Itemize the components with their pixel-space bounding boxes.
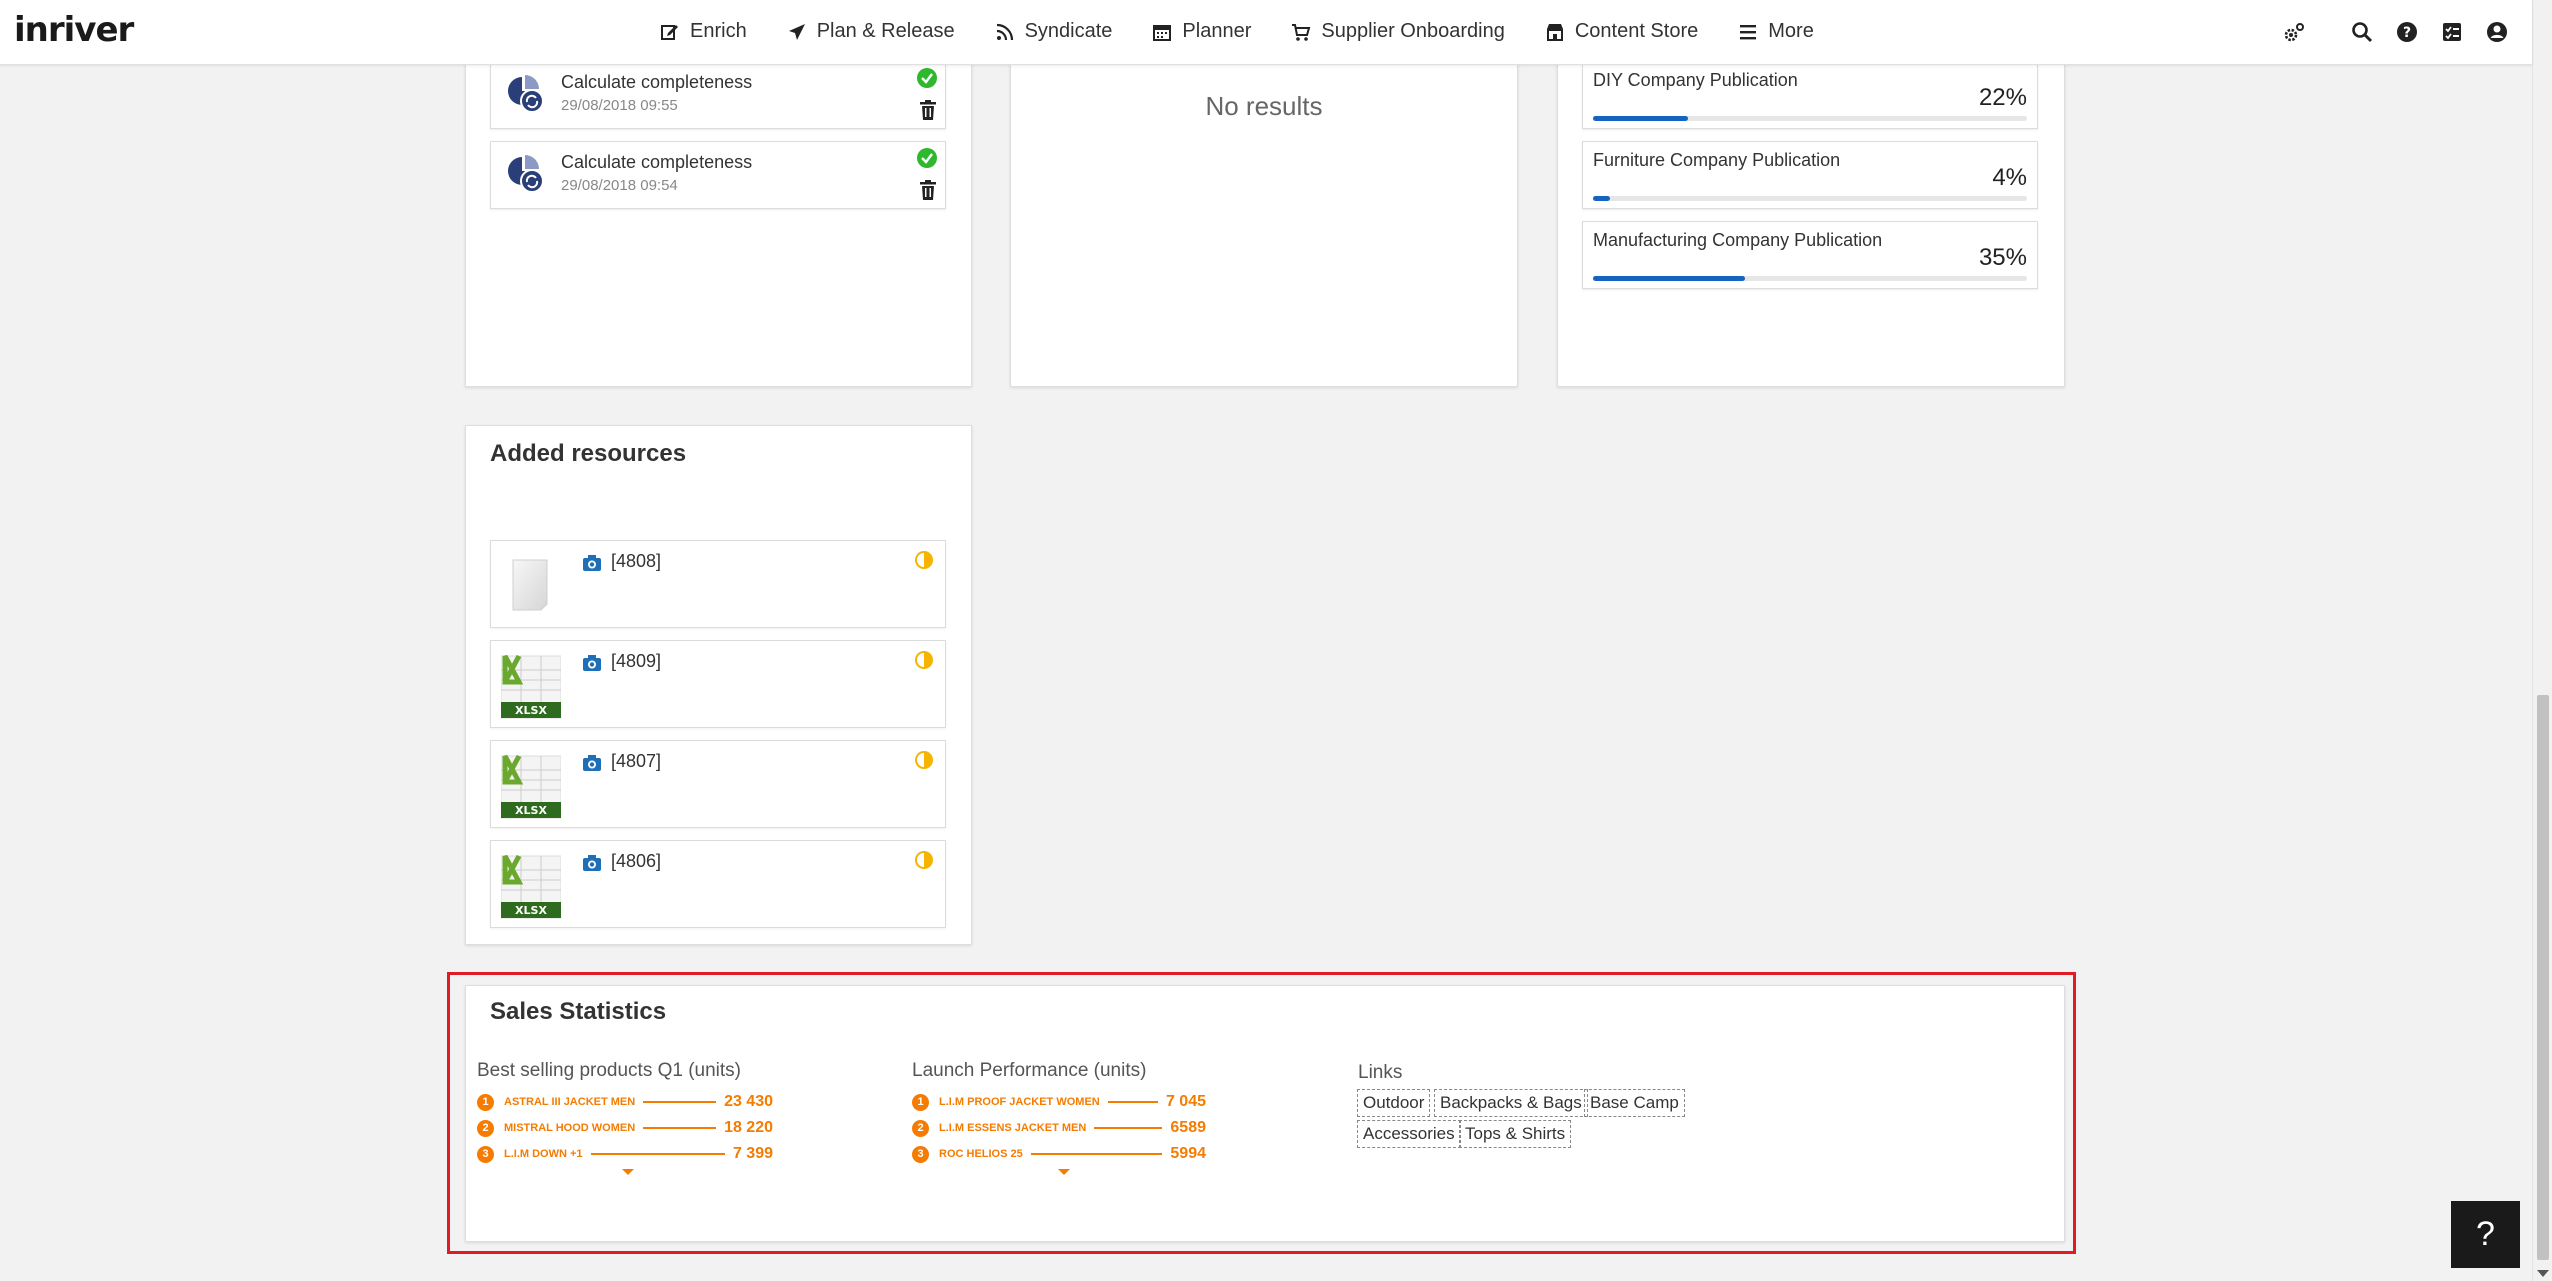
publication-percent: 22% [1978,84,2027,111]
camera-icon [583,755,601,771]
rss-icon [996,23,1013,40]
nav-content-store-label: Content Store [1574,20,1699,42]
panel-title: Added resources [490,440,687,467]
xlsx-label: XLSX [515,804,547,817]
search-button[interactable] [2351,21,2373,43]
resource-card[interactable]: XLSX [4809] [490,640,946,728]
calendar-icon [1153,24,1172,41]
svg-text:?: ? [2403,25,2411,41]
search-icon [2352,21,2373,42]
highlight-box [447,972,2076,1254]
nav-planner[interactable]: Planner [1152,20,1251,43]
xlsx-file-thumbnail: XLSX [501,754,561,819]
publication-name: Furniture Company Publication [1593,150,1841,170]
added-resources-panel: Added resources [4808] XLSX [4809] XLSX … [465,425,972,945]
xlsx-file-thumbnail: XLSX [501,854,561,919]
store-icon [1546,23,1563,41]
user-button[interactable] [2486,21,2508,43]
nav-supplier-onboarding[interactable]: Supplier Onboarding [1291,20,1505,43]
xlsx-label: XLSX [515,904,547,917]
nav-enrich-label: Enrich [690,20,747,42]
nav-plan-release[interactable]: Plan & Release [787,20,955,43]
nav-plan-release-label: Plan & Release [816,20,955,42]
help-icon: ? [2397,21,2417,42]
help-menu-button[interactable]: ? [2396,21,2418,43]
progress-bar [1593,276,2027,281]
status-pending-icon [915,851,933,869]
top-navigation: inriver Enrich Plan & Release Syndicate … [0,0,2532,65]
settings-icon [2284,22,2304,41]
middle-panel: No results [1010,30,1518,387]
publication-percent: 35% [1978,244,2027,271]
no-results-text: No results [1205,91,1323,121]
success-check-icon [917,148,937,168]
resource-card[interactable]: XLSX [4807] [490,740,946,828]
nav-more[interactable]: More [1738,20,1814,43]
main-menu: Enrich Plan & Release Syndicate Planner … [660,0,1854,63]
status-pending-icon [915,551,933,569]
job-date: 29/08/2018 09:55 [561,97,678,114]
resource-id: [4806] [611,851,662,871]
status-pending-icon [915,651,933,669]
publications-panel: DIY Company Publication 22% Furniture Co… [1557,30,2065,387]
job-history-panel: Calculate completeness 29/08/2018 09:55 … [465,30,972,387]
help-button[interactable]: ? [2451,1201,2520,1268]
delete-icon[interactable] [919,180,937,200]
resource-id: [4807] [611,751,662,771]
job-title: Calculate completeness [561,72,753,92]
progress-bar-fill [1593,276,1745,281]
scroll-down-arrow-icon[interactable] [2537,1270,2549,1277]
nav-more-label: More [1768,20,1814,42]
publication-name: DIY Company Publication [1593,70,1798,90]
progress-bar [1593,196,2027,201]
nav-syndicate-label: Syndicate [1024,20,1113,42]
blank-file-thumbnail [512,559,548,611]
resource-id: [4808] [611,551,662,571]
nav-supplier-onboarding-label: Supplier Onboarding [1321,20,1505,42]
xlsx-file-thumbnail: XLSX [501,654,561,719]
camera-icon [583,855,601,871]
xlsx-label: XLSX [515,704,547,717]
publication-card[interactable]: Manufacturing Company Publication 35% [1582,221,2038,289]
job-card[interactable]: Calculate completeness 29/08/2018 09:55 [490,61,946,129]
hamburger-icon [1740,24,1757,39]
resource-card[interactable]: XLSX [4806] [490,840,946,928]
settings-button[interactable] [2283,21,2305,43]
job-title: Calculate completeness [561,152,753,172]
resource-card[interactable]: [4808] [490,540,946,628]
publication-card[interactable]: DIY Company Publication 22% [1582,61,2038,129]
scrollbar-thumb[interactable] [2537,695,2549,1260]
tasks-button[interactable] [2441,21,2463,43]
nav-syndicate[interactable]: Syndicate [995,20,1113,43]
camera-icon [583,555,601,571]
paper-plane-icon [788,23,805,40]
job-card[interactable]: Calculate completeness 29/08/2018 09:54 [490,141,946,209]
publication-name: Manufacturing Company Publication [1593,230,1883,250]
publication-percent: 4% [1992,164,2027,191]
publication-card[interactable]: Furniture Company Publication 4% [1582,141,2038,209]
resource-id: [4809] [611,651,662,671]
cart-icon [1292,23,1311,41]
nav-right-tools: ? [2260,0,2508,63]
inriver-logo[interactable]: inriver [14,10,134,50]
success-check-icon [917,68,937,88]
progress-bar-fill [1593,116,1689,121]
nav-enrich[interactable]: Enrich [660,20,747,43]
page-scrollbar[interactable] [2532,0,2552,1281]
nav-content-store[interactable]: Content Store [1545,20,1698,43]
user-icon [2487,21,2507,42]
nav-planner-label: Planner [1182,20,1252,42]
completeness-job-icon [508,75,544,113]
status-pending-icon [915,751,933,769]
job-date: 29/08/2018 09:54 [561,177,678,194]
progress-bar-fill [1593,196,1611,201]
edit-icon [661,24,678,40]
completeness-job-icon [508,155,544,193]
delete-icon[interactable] [919,100,937,120]
tasks-icon [2443,22,2461,41]
progress-bar [1593,116,2027,121]
camera-icon [583,655,601,671]
